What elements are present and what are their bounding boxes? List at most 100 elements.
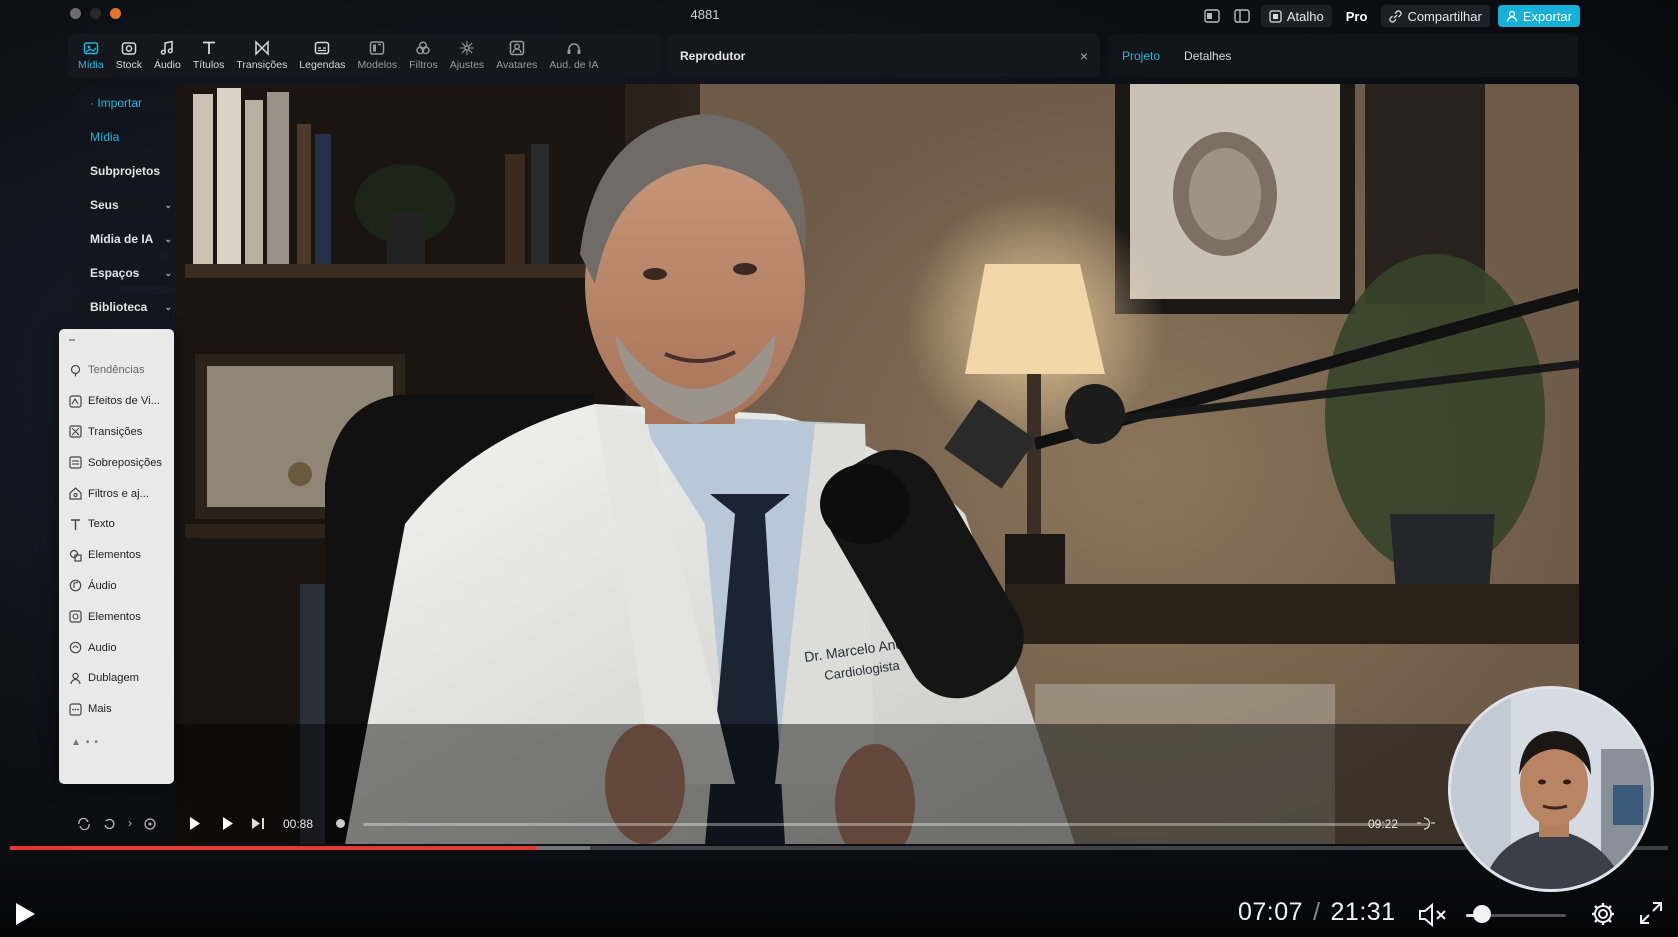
fx-label: Transições	[88, 425, 143, 438]
panel-icon[interactable]	[1231, 6, 1253, 26]
undo-icon[interactable]	[103, 818, 115, 830]
tool-filters[interactable]: Filtros	[403, 34, 444, 77]
fx-label: Filtros e aj...	[88, 487, 149, 500]
pro-badge[interactable]: Pro	[1340, 9, 1374, 24]
tool-label: Stock	[115, 59, 142, 71]
transition-icon	[255, 40, 269, 56]
skip-forward-icon[interactable]	[251, 817, 266, 830]
export-button[interactable]: Exportar	[1497, 5, 1580, 27]
elements-icon	[69, 610, 82, 623]
total-duration: 21:31	[1330, 898, 1396, 926]
text-icon	[71, 519, 80, 530]
nav-spaces[interactable]: Espaços ⌄	[78, 260, 174, 286]
inner-scrubber-handle[interactable]	[336, 819, 345, 828]
tool-label: Ajustes	[449, 59, 485, 71]
nav-label: Biblioteca	[90, 300, 148, 314]
fx-text[interactable]: Texto	[59, 509, 174, 540]
fullscreen-icon[interactable]	[1638, 900, 1664, 926]
shortcut-icon	[1269, 9, 1282, 23]
fx-label: Dublagem	[88, 672, 139, 685]
tool-label: Áudio	[153, 59, 181, 71]
tool-adjust[interactable]: Ajustes	[444, 34, 490, 77]
fx-elements[interactable]: Elementos	[59, 540, 174, 571]
inner-scrubber-track[interactable]	[363, 823, 1429, 826]
captions-icon	[315, 41, 330, 55]
fx-label: Tendências	[88, 364, 145, 377]
expand-icon[interactable]	[1415, 816, 1437, 831]
video-frame: Dr. Marcelo Andrade Cardiologista	[175, 84, 1579, 844]
tool-audio[interactable]: Áudio	[148, 34, 187, 77]
player-tab[interactable]: Reprodutor ×	[668, 34, 1100, 77]
webcam-overlay[interactable]	[1448, 686, 1654, 892]
stock-icon	[121, 42, 137, 55]
play-button[interactable]	[14, 902, 36, 926]
tab-project[interactable]: Projeto	[1122, 49, 1160, 63]
fx-audio-2[interactable]: Audio	[59, 632, 174, 663]
nav-subprojects[interactable]: Subprojetos	[78, 158, 174, 184]
play-icon[interactable]	[189, 816, 201, 831]
elements-icon	[69, 549, 82, 562]
tab-details[interactable]: Detalhes	[1184, 49, 1231, 63]
fx-trending[interactable]: Tendências	[59, 355, 174, 386]
tool-label: Legendas	[299, 59, 346, 71]
video-effects-icon	[69, 395, 82, 408]
layout-icon[interactable]	[1201, 6, 1223, 26]
fx-label: Sobreposições	[88, 456, 163, 469]
progress-played	[10, 846, 538, 850]
shortcut-label: Atalho	[1286, 8, 1324, 24]
nav-label: Seus	[90, 198, 119, 212]
webcam-presenter	[1451, 689, 1651, 889]
nav-library[interactable]: Biblioteca ⌄	[78, 294, 174, 320]
tool-stock[interactable]: Stock	[110, 34, 148, 77]
media-toolbar: Mídia Stock Áudio Títulos Transições Leg…	[68, 34, 660, 77]
play-next-icon[interactable]	[222, 816, 234, 831]
fx-more[interactable]: Mais	[59, 694, 174, 725]
tool-titles[interactable]: Títulos	[187, 34, 231, 77]
tool-ai-audio[interactable]: Aud. de IA	[543, 34, 604, 77]
video-preview[interactable]: Dr. Marcelo Andrade Cardiologista	[175, 84, 1579, 844]
screen: 4881 Atalho Pro Compartilhar Exportar Mí…	[0, 0, 1678, 937]
gear-icon[interactable]	[1590, 901, 1616, 927]
fx-transitions[interactable]: Transições	[59, 417, 174, 448]
tool-label: Mídia	[78, 59, 104, 71]
tool-captions[interactable]: Legendas	[293, 34, 351, 77]
nav-yours[interactable]: Seus ⌄	[78, 192, 174, 218]
dubbing-icon	[70, 672, 81, 684]
close-icon[interactable]: ×	[1080, 48, 1088, 64]
fx-dubbing[interactable]: Dublagem	[59, 663, 174, 694]
trend-icon	[70, 364, 81, 377]
chevron-down-icon: ⌄	[164, 233, 172, 244]
avatar-icon	[509, 40, 525, 56]
nav-import[interactable]: · Importar	[78, 90, 174, 116]
tool-media[interactable]: Mídia	[72, 34, 110, 77]
shortcut-button[interactable]: Atalho	[1260, 5, 1332, 27]
fx-label: Efeitos de Vi...	[88, 395, 160, 408]
progress-bar[interactable]	[10, 846, 1668, 850]
fx-label: Texto	[88, 518, 115, 531]
fx-overlays[interactable]: Sobreposições	[59, 447, 174, 478]
nav-ai-media[interactable]: Mídia de IA ⌄	[78, 226, 174, 252]
current-time: 07:07	[1238, 898, 1304, 926]
nav-media[interactable]: Mídia	[78, 124, 174, 150]
fx-elements-2[interactable]: Elementos	[59, 601, 174, 632]
transition-icon	[69, 425, 82, 439]
share-button[interactable]: Compartilhar	[1381, 5, 1490, 27]
tool-templates[interactable]: Modelos	[351, 34, 403, 77]
fx-audio[interactable]: Áudio	[59, 571, 174, 602]
share-label: Compartilhar	[1407, 8, 1482, 24]
fx-video-effects[interactable]: Efeitos de Vi...	[59, 386, 174, 417]
tool-transitions[interactable]: Transições	[230, 34, 293, 77]
tool-label: Títulos	[192, 59, 225, 71]
fx-filters[interactable]: Filtros e aj...	[59, 478, 174, 509]
chevron-right-icon[interactable]: ›	[128, 816, 132, 830]
nav-label: Mídia	[90, 130, 120, 144]
fx-label: Áudio	[88, 579, 117, 592]
filters-icon	[416, 41, 431, 55]
loop-icon[interactable]	[77, 818, 91, 830]
target-icon[interactable]	[144, 818, 156, 830]
tool-avatars[interactable]: Avatares	[490, 34, 543, 77]
volume-handle[interactable]	[1473, 905, 1491, 923]
tool-label: Transições	[236, 59, 288, 71]
mute-icon[interactable]	[1418, 902, 1448, 928]
menu-footer-dots: ▲••	[71, 737, 103, 748]
